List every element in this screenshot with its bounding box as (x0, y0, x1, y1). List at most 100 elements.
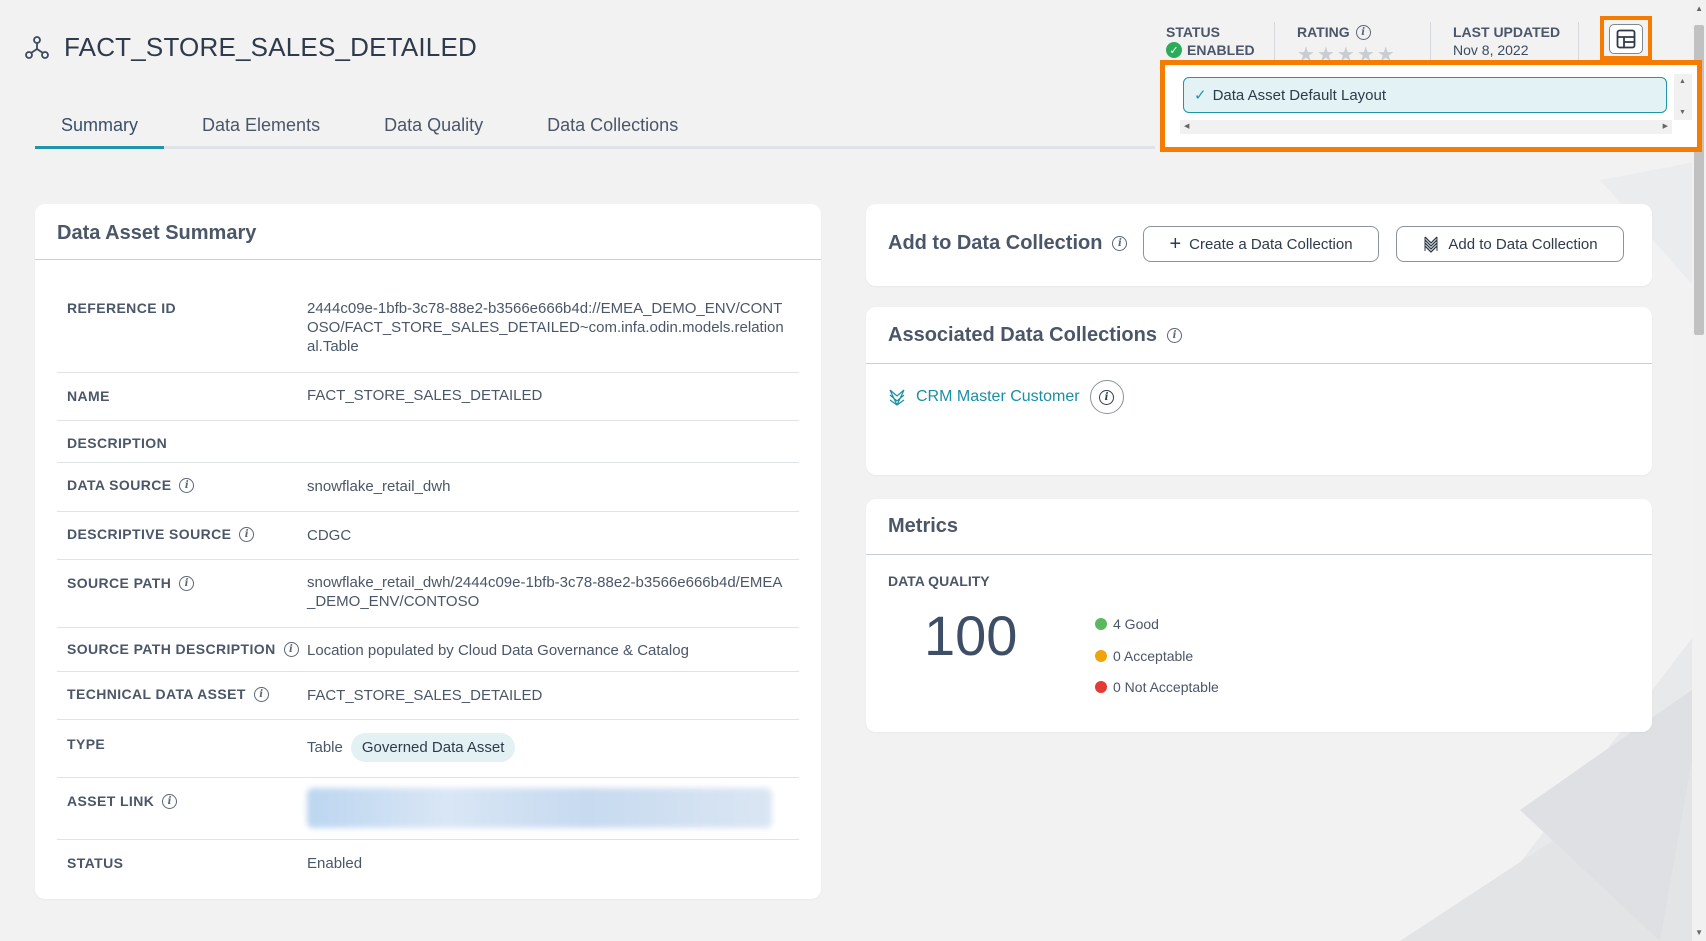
last-updated-block: LAST UPDATED Nov 8, 2022 (1453, 24, 1560, 58)
metrics-card: Metrics DATA QUALITY 100 4 Good 0 Accept… (866, 499, 1652, 732)
data-quality-score: 100 (924, 604, 1018, 667)
row-label: DESCRIPTIVE SOURCE (67, 526, 232, 542)
summary-row-asset-link: ASSET LINK i (57, 778, 799, 840)
info-icon[interactable]: i (283, 641, 299, 657)
tab-data-elements[interactable]: Data Elements (176, 105, 346, 149)
last-updated-label: LAST UPDATED (1453, 24, 1561, 40)
rating-label: RATING (1297, 24, 1350, 40)
add-collection-heading: Add to Data Collection i (888, 232, 1128, 255)
summary-row-technical-data-asset: TECHNICAL DATA ASSET i FACT_STORE_SALES_… (57, 672, 799, 720)
add-to-collection-card: Add to Data Collection i + Create a Data… (866, 204, 1652, 286)
crm-master-customer-link[interactable]: CRM Master Customer (916, 388, 1080, 406)
metrics-title: Metrics (888, 515, 959, 537)
row-label: TECHNICAL DATA ASSET (67, 686, 246, 702)
page-header: FACT_STORE_SALES_DETAILED (24, 32, 477, 63)
legend-good-label: 4 Good (1113, 616, 1159, 632)
scroll-right-arrow-icon[interactable]: ▶ (1663, 122, 1668, 130)
row-label-wrap: DATA SOURCE i (67, 477, 195, 493)
legend-acceptable: 0 Acceptable (1095, 648, 1193, 664)
summary-row-data-source: DATA SOURCE i snowflake_retail_dwh (57, 463, 799, 512)
info-icon[interactable]: i (253, 686, 269, 702)
row-label-wrap: ASSET LINK i (67, 793, 178, 809)
collection-info-button[interactable]: i (1089, 380, 1124, 414)
add-to-data-collection-button[interactable]: Add to Data Collection (1396, 226, 1624, 262)
associated-item: CRM Master Customer i (888, 380, 1124, 414)
associated-collections-card: Associated Data Collections i CRM Master… (866, 307, 1652, 475)
asset-link-blurred[interactable] (307, 788, 772, 828)
tab-bar: Summary Data Elements Data Quality Data … (35, 105, 1155, 149)
info-icon[interactable]: i (1166, 327, 1182, 343)
row-label: ASSET LINK (67, 793, 155, 809)
scroll-down-arrow-icon[interactable]: ▼ (1679, 109, 1686, 116)
associated-title: Associated Data Collections (888, 323, 1157, 346)
plus-icon: + (1169, 232, 1182, 255)
data-quality-label: DATA QUALITY (888, 573, 990, 589)
scroll-left-arrow-icon[interactable]: ◀ (1184, 122, 1189, 130)
summary-row-source-path-description: SOURCE PATH DESCRIPTION i Location popul… (57, 628, 799, 672)
not-acceptable-dot (1095, 681, 1107, 693)
row-value-wrap: Table Governed Data Asset (307, 733, 787, 762)
status-block: STATUS ✓ ENABLED (1166, 24, 1255, 58)
check-icon: ✓ (1194, 87, 1207, 104)
info-icon[interactable]: i (1355, 24, 1371, 40)
data-asset-summary-card: Data Asset Summary REFERENCE ID 2444c09e… (35, 204, 821, 899)
summary-row-source-path: SOURCE PATH i snowflake_retail_dwh/2444c… (57, 560, 799, 628)
collection-icon (1424, 236, 1438, 253)
row-value: Location populated by Cloud Data Governa… (307, 642, 689, 659)
row-value: snowflake_retail_dwh/2444c09e-1bfb-3c78-… (307, 574, 783, 610)
tab-summary[interactable]: Summary (35, 105, 165, 149)
legend-good: 4 Good (1095, 616, 1159, 632)
layout-switch-button[interactable] (1609, 24, 1643, 54)
row-value: FACT_STORE_SALES_DETAILED (307, 687, 543, 704)
row-label: REFERENCE ID (67, 300, 177, 316)
create-data-collection-label: Create a Data Collection (1189, 235, 1353, 253)
row-value: FACT_STORE_SALES_DETAILED (307, 387, 543, 404)
row-label: TYPE (67, 736, 106, 752)
legend-not-acceptable: 0 Not Acceptable (1095, 679, 1219, 695)
add-to-data-collection-label: Add to Data Collection (1448, 235, 1598, 253)
metrics-header: Metrics (866, 499, 1652, 555)
tab-data-quality[interactable]: Data Quality (358, 105, 509, 149)
info-icon[interactable]: i (239, 526, 255, 542)
row-label-wrap: TECHNICAL DATA ASSET i (67, 686, 269, 702)
status-label: STATUS (1166, 24, 1220, 40)
type-value: Table (307, 739, 343, 756)
data-asset-icon (24, 35, 50, 61)
collection-icon (889, 389, 905, 406)
row-value: snowflake_retail_dwh (307, 478, 451, 495)
layout-option-label: Data Asset Default Layout (1212, 86, 1387, 104)
row-label-wrap: DESCRIPTIVE SOURCE i (67, 526, 255, 542)
acceptable-dot (1095, 650, 1107, 662)
info-icon[interactable]: i (179, 575, 195, 591)
summary-row-status: STATUS Enabled (57, 840, 799, 890)
associated-header: Associated Data Collections i (866, 307, 1652, 364)
scroll-down-arrow-icon[interactable]: ▼ (1695, 928, 1703, 937)
summary-title: Data Asset Summary (57, 222, 257, 244)
info-icon[interactable]: i (179, 477, 195, 493)
summary-header: Data Asset Summary (35, 204, 821, 260)
row-label: STATUS (67, 855, 124, 871)
check-circle-icon: ✓ (1166, 42, 1182, 58)
row-label: NAME (67, 388, 110, 404)
rating-label-wrap: RATING i (1297, 24, 1397, 40)
scroll-up-arrow-icon[interactable]: ▲ (1679, 78, 1686, 85)
row-label: SOURCE PATH DESCRIPTION (67, 641, 276, 657)
info-icon[interactable]: i (162, 793, 178, 809)
scroll-up-arrow-icon[interactable]: ▲ (1695, 4, 1703, 13)
create-data-collection-button[interactable]: + Create a Data Collection (1143, 226, 1379, 262)
summary-row-type: TYPE Table Governed Data Asset (57, 720, 799, 778)
summary-row-descriptive-source: DESCRIPTIVE SOURCE i CDGC (57, 512, 799, 560)
layout-option[interactable]: ✓ Data Asset Default Layout (1183, 77, 1667, 113)
row-value: Enabled (307, 855, 363, 872)
info-icon[interactable]: i (1112, 236, 1128, 251)
info-icon: i (1099, 389, 1115, 405)
row-value: CDGC (307, 527, 352, 544)
add-collection-title: Add to Data Collection (888, 232, 1103, 254)
row-label-wrap: SOURCE PATH DESCRIPTION i (67, 641, 299, 657)
dropdown-vertical-scrollbar[interactable]: ▲ ▼ (1674, 74, 1692, 120)
dropdown-horizontal-scrollbar[interactable]: ◀ ▶ (1180, 120, 1672, 134)
good-dot (1095, 618, 1107, 630)
type-pill: Governed Data Asset (350, 733, 516, 762)
legend-acceptable-label: 0 Acceptable (1113, 648, 1194, 664)
tab-data-collections[interactable]: Data Collections (521, 105, 704, 149)
